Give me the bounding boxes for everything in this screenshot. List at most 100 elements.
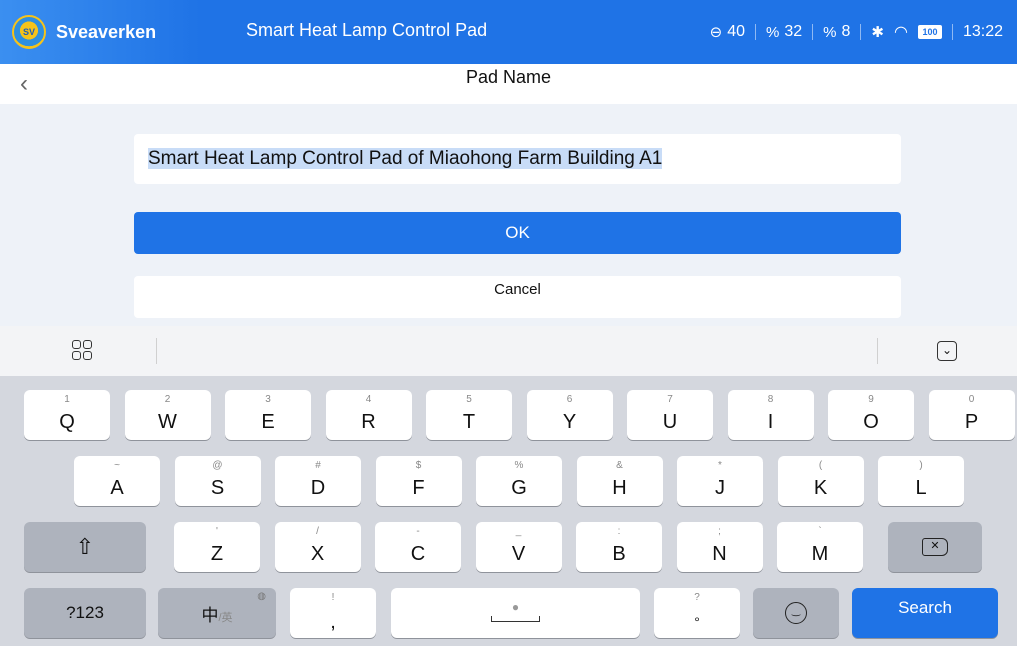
- key-label: W: [158, 411, 177, 433]
- key-hint: ~: [114, 460, 120, 471]
- status-indicators: ⊖ 40 % 32 % 8 ✱ ◠ 100 13:22: [710, 0, 1003, 64]
- key-hint: $: [415, 460, 422, 471]
- comma-key[interactable]: ! ,: [290, 588, 376, 638]
- key-f[interactable]: $ F: [375, 456, 462, 506]
- grid-menu-icon[interactable]: [72, 340, 94, 362]
- backspace-key[interactable]: ✕: [888, 522, 982, 572]
- key-n[interactable]: ; N: [676, 522, 763, 572]
- key-hint: 8: [767, 394, 774, 405]
- key-d[interactable]: # D: [275, 456, 361, 506]
- period-key[interactable]: ? °: [654, 588, 740, 638]
- key-label: G: [511, 477, 527, 499]
- key-hint: 4: [365, 394, 372, 405]
- brand-name: Sveaverken: [56, 21, 157, 42]
- pad-name-input[interactable]: Smart Heat Lamp Control Pad of Miaohong …: [134, 134, 901, 184]
- key-m[interactable]: ` M: [777, 522, 863, 572]
- clock: 13:22: [962, 23, 1003, 40]
- key-label: E: [261, 411, 275, 433]
- numeric-key[interactable]: ?123: [24, 588, 146, 638]
- key-hint: 9: [868, 394, 874, 405]
- key-g[interactable]: % G: [476, 456, 562, 506]
- key-hint: `: [818, 526, 822, 537]
- key-hint: %: [514, 460, 524, 471]
- key-hint: *: [718, 460, 722, 471]
- key-l[interactable]: ) L: [878, 456, 964, 506]
- key-b[interactable]: :B: [576, 522, 662, 572]
- key-label: N: [712, 543, 727, 565]
- search-key[interactable]: Search: [852, 588, 998, 638]
- key-s[interactable]: @ S: [174, 456, 261, 506]
- key-o[interactable]: 9O: [828, 390, 914, 440]
- emoji-key[interactable]: ‿: [753, 588, 839, 638]
- key-y[interactable]: 6Y: [526, 390, 613, 440]
- microphone-icon: ●: [511, 600, 520, 614]
- key-label: J: [715, 477, 725, 499]
- key-label: B: [612, 543, 626, 565]
- key-hint: 3: [265, 394, 271, 405]
- keyboard-toolbar: ⌄: [0, 326, 1017, 376]
- key-label: D: [310, 477, 326, 499]
- bluetooth-icon: ✱: [871, 24, 884, 41]
- status-stat-2: % 32: [766, 23, 803, 41]
- key-label: I: [767, 411, 774, 433]
- key-w[interactable]: 2W: [124, 390, 211, 440]
- key-label: C: [410, 543, 426, 565]
- language-switch-key[interactable]: ◍ 中/英: [158, 588, 276, 638]
- app-title: Smart Heat Lamp Control Pad: [246, 20, 488, 40]
- key-hint: ;: [718, 526, 721, 537]
- key-hint: &: [616, 460, 623, 471]
- key-t[interactable]: 5T: [426, 390, 512, 440]
- key-c[interactable]: -C: [375, 522, 461, 572]
- nav-bar: ‹ Pad Name: [0, 64, 1017, 104]
- key-hint: 1: [64, 394, 70, 405]
- cancel-button[interactable]: Cancel: [134, 276, 901, 318]
- key-hint: 6: [566, 394, 573, 405]
- shift-key[interactable]: ⇧: [24, 522, 146, 572]
- key-label: Z: [210, 543, 224, 565]
- status-stat-1: ⊖ 40: [709, 23, 746, 41]
- key-hint: -: [416, 526, 420, 537]
- form-area: Smart Heat Lamp Control Pad of Miaohong …: [0, 104, 1017, 326]
- key-hint: ': [216, 526, 218, 537]
- key-hint: 5: [466, 394, 472, 405]
- key-hint: 7: [667, 394, 673, 405]
- key-v[interactable]: _ V: [475, 522, 562, 572]
- key-label: V: [511, 543, 526, 565]
- key-q[interactable]: 1Q: [24, 390, 110, 440]
- key-p[interactable]: 0P: [928, 390, 1015, 440]
- key-label: P: [964, 411, 979, 433]
- key-label: F: [412, 477, 425, 499]
- backspace-icon: ✕: [922, 538, 948, 556]
- key-hint: 2: [164, 394, 171, 405]
- key-hint: :: [617, 526, 621, 537]
- key-u[interactable]: 7U: [627, 390, 713, 440]
- key-hint: #: [315, 460, 321, 471]
- battery-icon: 100: [917, 25, 942, 39]
- shift-icon: ⇧: [75, 534, 95, 559]
- key-hint: ): [919, 460, 923, 471]
- key-label: L: [915, 477, 927, 499]
- key-x[interactable]: / X: [274, 522, 361, 572]
- key-label: H: [612, 477, 627, 499]
- key-label: A: [110, 477, 124, 499]
- key-e[interactable]: 3E: [225, 390, 311, 440]
- wifi-icon: ◠: [893, 24, 908, 41]
- key-z[interactable]: ' Z: [174, 522, 260, 572]
- space-icon: [491, 616, 540, 622]
- key-label: X: [310, 543, 325, 565]
- key-label: M: [811, 543, 829, 565]
- key-hint: /: [316, 526, 319, 537]
- status-stat-3: % 8: [823, 23, 851, 41]
- key-i[interactable]: 8I: [727, 390, 814, 440]
- ok-button[interactable]: OK: [134, 212, 901, 254]
- keyboard-hide-icon[interactable]: ⌄: [937, 341, 957, 361]
- key-label: K: [813, 477, 828, 499]
- key-r[interactable]: 4R: [325, 390, 412, 440]
- thermometer-icon: ⊖: [709, 24, 723, 41]
- space-key[interactable]: ●: [391, 588, 640, 638]
- key-j[interactable]: * J: [677, 456, 763, 506]
- page-title: Pad Name: [465, 67, 552, 87]
- key-h[interactable]: & H: [576, 456, 663, 506]
- key-a[interactable]: ~ A: [74, 456, 160, 506]
- key-k[interactable]: (K: [777, 456, 864, 506]
